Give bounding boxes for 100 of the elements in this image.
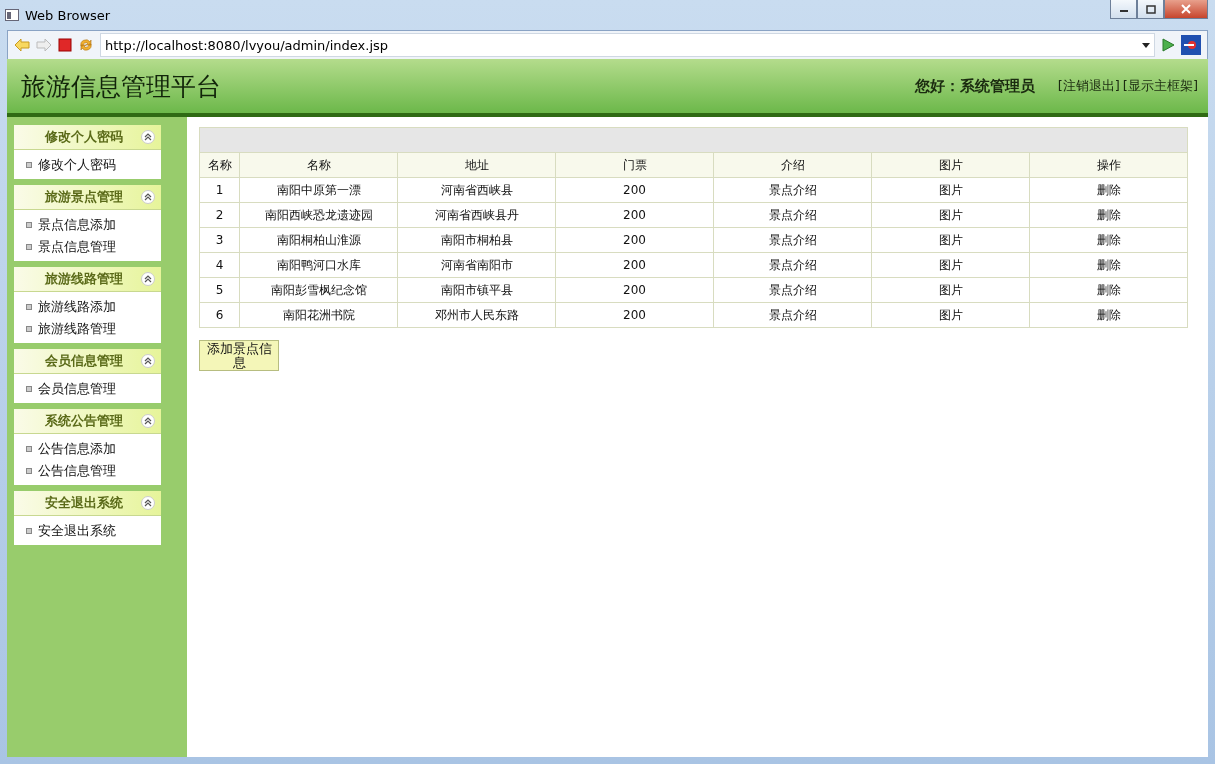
column-header: 介绍: [713, 152, 872, 178]
sidebar-link[interactable]: 修改个人密码: [14, 154, 161, 176]
table-link[interactable]: 删除: [1096, 207, 1121, 222]
dropdown-caret-icon[interactable]: [1142, 42, 1150, 48]
table-cell: 南阳市镇平县: [397, 277, 556, 303]
table-cell: 200: [555, 302, 714, 328]
table-link[interactable]: 删除: [1096, 232, 1121, 247]
table-cell: 河南省西峡县: [397, 177, 556, 203]
header-link[interactable]: [注销退出]: [1057, 77, 1120, 95]
sidebar-link[interactable]: 安全退出系统: [14, 520, 161, 542]
column-header: 地址: [397, 152, 556, 178]
table-cell: 3: [199, 227, 240, 253]
panel-header[interactable]: 旅游景点管理: [14, 185, 161, 210]
table-link[interactable]: 图片: [938, 282, 963, 297]
maximize-icon: [1145, 4, 1156, 14]
panel-header[interactable]: 修改个人密码: [14, 125, 161, 150]
table-cell: 南阳花洲书院: [239, 302, 398, 328]
bullet-icon: [26, 528, 32, 534]
collapse-chevron-icon[interactable]: [141, 190, 155, 204]
table-cell: 南阳鸭河口水库: [239, 252, 398, 278]
table-cell: 南阳西峡恐龙遗迹园: [239, 202, 398, 228]
table-cell: 4: [199, 252, 240, 278]
close-button[interactable]: [1164, 0, 1208, 19]
browser-logo-icon[interactable]: [1181, 35, 1201, 55]
add-button[interactable]: 添加景点信息: [199, 340, 279, 371]
sidebar-link[interactable]: 旅游线路管理: [14, 318, 161, 340]
table-cell: 200: [555, 227, 714, 253]
bullet-icon: [26, 222, 32, 228]
bullet-icon: [26, 162, 32, 168]
maximize-button[interactable]: [1137, 0, 1164, 19]
table-cell: 南阳桐柏山淮源: [239, 227, 398, 253]
bullet-icon: [26, 386, 32, 392]
table-link[interactable]: 图片: [938, 257, 963, 272]
table-link[interactable]: 景点介绍: [768, 207, 817, 222]
table-cell: 200: [555, 202, 714, 228]
panel-title: 安全退出系统: [43, 494, 124, 512]
close-icon: [1181, 4, 1191, 14]
go-play-icon[interactable]: [1161, 38, 1175, 52]
panel-header[interactable]: 系统公告管理: [14, 409, 161, 434]
bullet-icon: [26, 326, 32, 332]
table-link[interactable]: 景点介绍: [768, 232, 817, 247]
table-cell: 河南省南阳市: [397, 252, 556, 278]
sidebar-link[interactable]: 景点信息添加: [14, 214, 161, 236]
column-header: 操作: [1029, 152, 1188, 178]
minimize-button[interactable]: [1110, 0, 1137, 19]
panel-title: 旅游景点管理: [43, 188, 124, 206]
panel-header[interactable]: 旅游线路管理: [14, 267, 161, 292]
bullet-icon: [26, 468, 32, 474]
table-cell: 南阳市桐柏县: [397, 227, 556, 253]
collapse-chevron-icon[interactable]: [141, 414, 155, 428]
table-cell: 邓州市人民东路: [397, 302, 556, 328]
column-header: 图片: [871, 152, 1030, 178]
table-cell: 200: [555, 277, 714, 303]
table-cell: 河南省西峡县丹: [397, 202, 556, 228]
sidebar-link[interactable]: 公告信息添加: [14, 438, 161, 460]
column-header: 名称: [199, 152, 240, 178]
app-window-icon: [5, 8, 19, 22]
table-link[interactable]: 图片: [938, 232, 963, 247]
window-title: Web Browser: [25, 7, 111, 23]
table-cell: 南阳中原第一漂: [239, 177, 398, 203]
header-link[interactable]: [显示主框架]: [1122, 77, 1198, 95]
collapse-chevron-icon[interactable]: [141, 496, 155, 510]
table-link[interactable]: 删除: [1096, 257, 1121, 272]
panel-header[interactable]: 安全退出系统: [14, 491, 161, 516]
sidebar-link[interactable]: 景点信息管理: [14, 236, 161, 258]
table-link[interactable]: 景点介绍: [768, 257, 817, 272]
sidebar-link[interactable]: 会员信息管理: [14, 378, 161, 400]
table-cell: 200: [555, 252, 714, 278]
table-link[interactable]: 删除: [1096, 282, 1121, 297]
column-header: 门票: [555, 152, 714, 178]
panel-title: 会员信息管理: [43, 352, 124, 370]
table-cell: 6: [199, 302, 240, 328]
greeting-text: 您好：系统管理员: [914, 76, 1035, 96]
sidebar-link[interactable]: 旅游线路添加: [14, 296, 161, 318]
bullet-icon: [26, 304, 32, 310]
bullet-icon: [26, 446, 32, 452]
panel-header[interactable]: 会员信息管理: [14, 349, 161, 374]
table-link[interactable]: 景点介绍: [768, 307, 817, 322]
table-link[interactable]: 景点介绍: [768, 182, 817, 197]
table-link[interactable]: 删除: [1096, 182, 1121, 197]
collapse-chevron-icon[interactable]: [141, 130, 155, 144]
table-cell: 南阳彭雪枫纪念馆: [239, 277, 398, 303]
table-link[interactable]: 图片: [938, 207, 963, 222]
collapse-chevron-icon[interactable]: [141, 354, 155, 368]
table-link[interactable]: 景点介绍: [768, 282, 817, 297]
table-link[interactable]: 图片: [938, 307, 963, 322]
column-header: 名称: [239, 152, 398, 178]
panel-title: 系统公告管理: [43, 412, 124, 430]
panel-title: 修改个人密码: [43, 128, 124, 146]
table-cell: 5: [199, 277, 240, 303]
address-field[interactable]: http://localhost:8080/lvyou/admin/index.jsp: [100, 33, 1155, 57]
table-cell: 200: [555, 177, 714, 203]
collapse-chevron-icon[interactable]: [141, 272, 155, 286]
table-link[interactable]: 图片: [938, 182, 963, 197]
table-link[interactable]: 删除: [1096, 307, 1121, 322]
table-cell: 2: [199, 202, 240, 228]
panel-title: 旅游线路管理: [43, 270, 124, 288]
sidebar-link[interactable]: 公告信息管理: [14, 460, 161, 482]
site-title: 旅游信息管理平台: [21, 70, 221, 103]
refresh-icon[interactable]: [78, 37, 94, 53]
